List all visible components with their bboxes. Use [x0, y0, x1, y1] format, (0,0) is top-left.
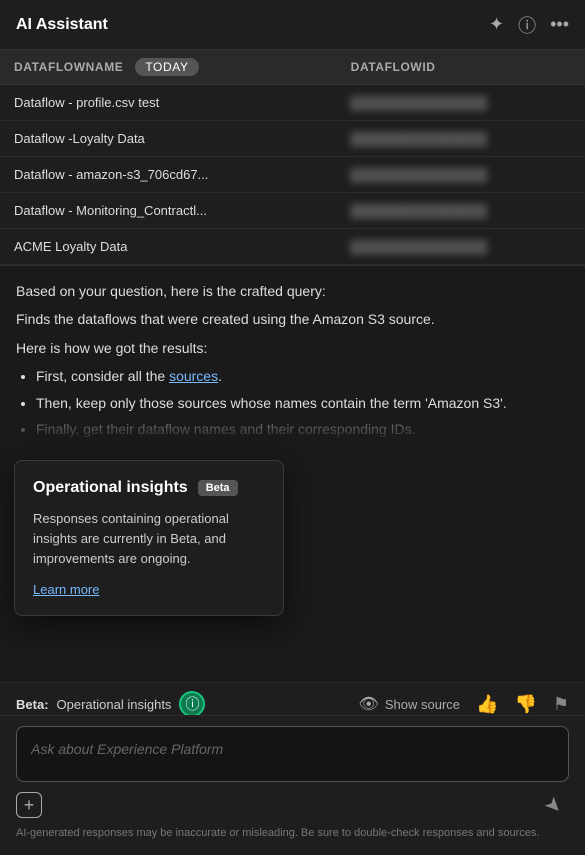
row-id: ████████████████	[337, 229, 585, 265]
tooltip-header: Operational insights Beta	[33, 479, 265, 497]
page-title: AI Assistant	[16, 16, 108, 34]
beta-label: Beta:	[16, 697, 49, 712]
results-section: Based on your question, here is the craf…	[0, 266, 585, 444]
row-id: ████████████████	[337, 85, 585, 121]
table-header-row: DATAFLOWNAME Today DATAFLOWID	[0, 50, 585, 85]
header: AI Assistant ✦ ⓘ •••	[0, 0, 585, 50]
row-id: ████████████████	[337, 193, 585, 229]
learn-more-link[interactable]: Learn more	[33, 582, 99, 597]
results-how-label: Here is how we got the results:	[16, 337, 569, 359]
disclaimer-text: AI-generated responses may be inaccurate…	[16, 826, 569, 841]
col-dataflowname: DATAFLOWNAME Today	[0, 50, 337, 85]
info-bar-left: Beta: Operational insights ⓘ	[16, 691, 205, 717]
table-row: Dataflow - Monitoring_Contractl... █████…	[0, 193, 585, 229]
results-description: Finds the dataflows that were created us…	[16, 308, 569, 330]
bullet-2: Then, keep only those sources whose name…	[36, 392, 569, 414]
col-dataflowid: DATAFLOWID	[337, 50, 585, 85]
info-bar-right: 👁 Show source 👍 👎 ⚑	[359, 694, 569, 715]
bullet-3: Finally, get their dataflow names and th…	[36, 418, 569, 440]
row-name: ACME Loyalty Data	[0, 229, 337, 265]
table-row: Dataflow - profile.csv test ████████████…	[0, 85, 585, 121]
dataflow-table-section: DATAFLOWNAME Today DATAFLOWID Dataflow -…	[0, 50, 585, 266]
table-row: ACME Loyalty Data ████████████████	[0, 229, 585, 265]
input-area: Ask about Experience Platform + ➤ AI-gen…	[0, 715, 585, 855]
bullet-1: First, consider all the sources.	[36, 365, 569, 387]
more-icon[interactable]: •••	[550, 14, 569, 35]
dataflow-table: DATAFLOWNAME Today DATAFLOWID Dataflow -…	[0, 50, 585, 265]
operational-insights-tooltip: Operational insights Beta Responses cont…	[14, 460, 284, 616]
table-row: Dataflow -Loyalty Data ████████████████	[0, 121, 585, 157]
table-body: Dataflow - profile.csv test ████████████…	[0, 85, 585, 265]
row-name: Dataflow -Loyalty Data	[0, 121, 337, 157]
results-intro: Based on your question, here is the craf…	[16, 280, 569, 302]
info-icon[interactable]: ⓘ	[518, 12, 536, 38]
row-name: Dataflow - Monitoring_Contractl...	[0, 193, 337, 229]
row-name: Dataflow - amazon-s3_706cd67...	[0, 157, 337, 193]
show-source-button[interactable]: 👁 Show source	[359, 694, 460, 714]
table-wrapper: DATAFLOWNAME Today DATAFLOWID Dataflow -…	[0, 50, 585, 265]
tooltip-body: Responses containing operational insight…	[33, 509, 265, 569]
tooltip-title: Operational insights	[33, 479, 188, 497]
sources-link[interactable]: sources	[169, 368, 218, 384]
results-bullets: First, consider all the sources. Then, k…	[16, 365, 569, 440]
send-button[interactable]: ➤	[533, 783, 575, 825]
thumbs-up-icon[interactable]: 👍	[476, 694, 498, 715]
input-box[interactable]: Ask about Experience Platform	[16, 726, 569, 782]
header-actions: ✦ ⓘ •••	[489, 12, 569, 38]
input-actions: + ➤	[16, 790, 569, 820]
add-attachment-button[interactable]: +	[16, 792, 42, 818]
row-id: ████████████████	[337, 157, 585, 193]
today-badge: Today	[135, 58, 198, 76]
thumbs-down-icon[interactable]: 👎	[514, 694, 536, 715]
row-id: ████████████████	[337, 121, 585, 157]
eye-icon: 👁	[359, 694, 379, 714]
operational-insights-label: Operational insights	[57, 697, 172, 712]
bulb-icon[interactable]: ✦	[489, 14, 504, 35]
input-placeholder: Ask about Experience Platform	[31, 739, 554, 757]
tooltip-beta-badge: Beta	[198, 480, 238, 496]
row-name: Dataflow - profile.csv test	[0, 85, 337, 121]
operational-insights-icon[interactable]: ⓘ	[179, 691, 205, 717]
flag-icon[interactable]: ⚑	[553, 694, 569, 715]
table-row: Dataflow - amazon-s3_706cd67... ████████…	[0, 157, 585, 193]
